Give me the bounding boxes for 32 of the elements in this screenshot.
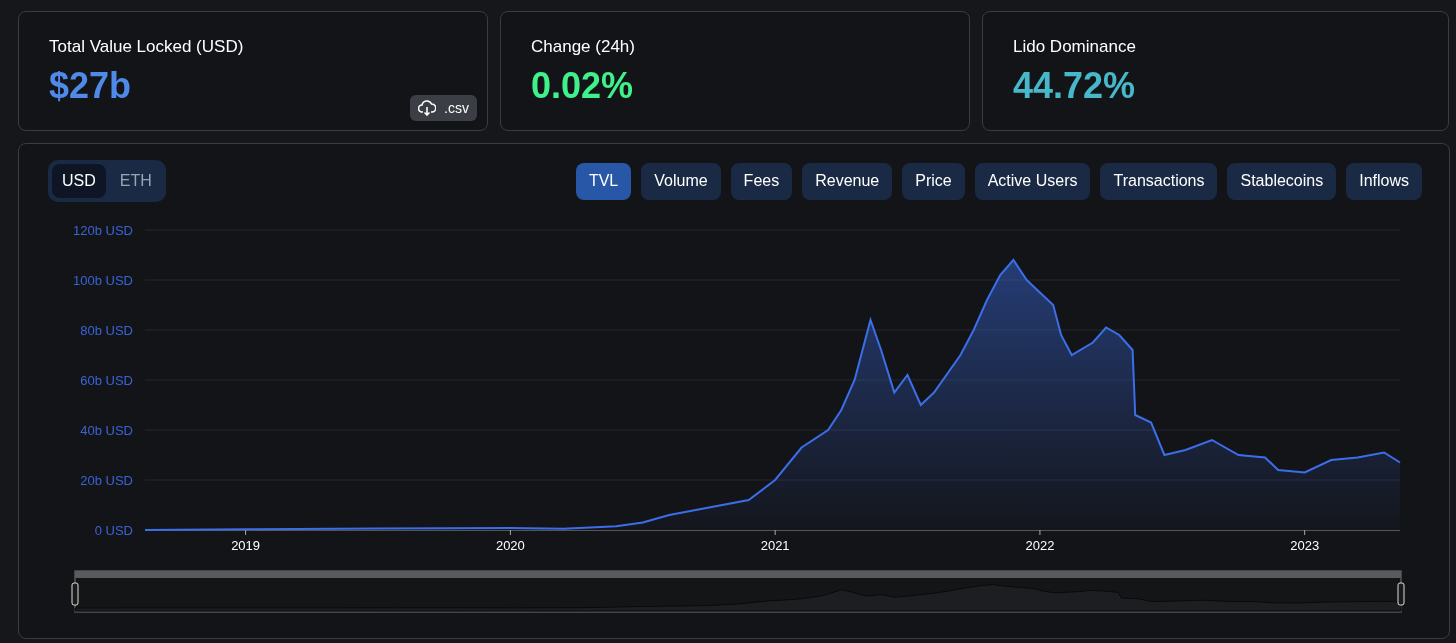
csv-download-button[interactable]: .csv (410, 95, 477, 121)
stat-value: 44.72% (1013, 65, 1136, 107)
cloud-download-icon (418, 100, 437, 116)
metric-tab[interactable]: Active Users (974, 162, 1091, 200)
metric-tab[interactable]: TVL (575, 162, 632, 200)
currency-option[interactable]: ETH (109, 164, 162, 198)
x-axis-label: 2023 (1290, 538, 1320, 553)
metric-tab[interactable]: Revenue (802, 162, 893, 200)
y-axis-label: 0 USD (94, 523, 133, 538)
range-navigator[interactable] (71, 570, 1405, 613)
currency-option[interactable]: USD (52, 164, 106, 198)
metric-tab[interactable]: Volume (641, 162, 721, 200)
y-axis-label: 80b USD (80, 323, 133, 338)
stat-value: $27b (49, 65, 132, 107)
metric-tab[interactable]: Price (902, 162, 965, 200)
stat-value: 0.02% (531, 65, 634, 107)
metric-tab[interactable]: Transactions (1100, 162, 1218, 200)
metric-tab[interactable]: Inflows (1346, 162, 1422, 200)
stat-label: Change (24h) (531, 37, 635, 57)
stat-label: Total Value Locked (USD) (49, 37, 244, 57)
x-axis-label: 2021 (760, 538, 790, 553)
y-axis-label: 20b USD (80, 473, 133, 488)
y-axis-label: 40b USD (80, 423, 133, 438)
x-axis-label: 2022 (1025, 538, 1055, 553)
x-axis-label: 2020 (495, 538, 525, 553)
y-axis-label: 100b USD (73, 273, 133, 288)
x-axis-label: 2019 (231, 538, 261, 553)
metric-tab[interactable]: Stablecoins (1227, 162, 1337, 200)
y-axis-label: 60b USD (80, 373, 133, 388)
metric-tab[interactable]: Fees (730, 162, 793, 200)
y-axis-label: 120b USD (73, 223, 133, 238)
stat-label: Lido Dominance (1013, 37, 1136, 57)
